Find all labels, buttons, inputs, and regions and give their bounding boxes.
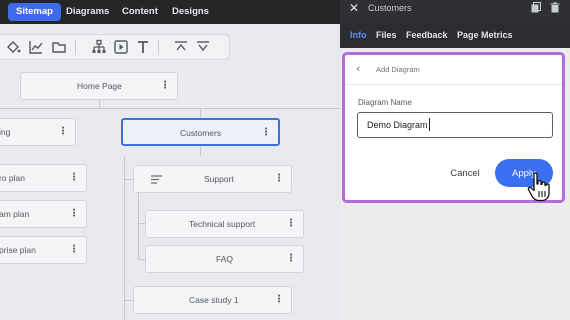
diagram-name-input[interactable]: [357, 112, 553, 138]
back-chevron-icon[interactable]: ‹: [356, 62, 360, 76]
tab-sitemap[interactable]: Sitemap: [8, 3, 61, 21]
hand-cursor-icon: [527, 172, 550, 202]
canvas-toolbar: [0, 34, 230, 60]
card-label: ro plan: [0, 173, 25, 183]
tab-diagrams[interactable]: Diagrams: [58, 3, 117, 21]
copy-icon[interactable]: [531, 2, 541, 13]
toolbar-divider: [75, 40, 76, 55]
play-box-icon[interactable]: [113, 39, 129, 55]
connector-line: [200, 108, 201, 118]
panel-tabs: Info Files Feedback Page Metrics: [340, 24, 570, 48]
page-card[interactable]: ro plan ⋮: [0, 164, 87, 192]
card-label: FAQ: [216, 254, 234, 264]
more-options-icon[interactable]: ⋮: [274, 166, 284, 192]
tab-info[interactable]: Info: [350, 29, 367, 41]
card-label: Customers: [180, 128, 222, 138]
sitemap-icon[interactable]: [91, 39, 107, 55]
connector-line: [124, 156, 125, 320]
folder-icon[interactable]: [51, 39, 67, 55]
diagram-name-label: Diagram Name: [358, 98, 412, 107]
text-caret: [429, 118, 430, 131]
tab-feedback[interactable]: Feedback: [406, 29, 448, 41]
connector-line: [200, 146, 201, 156]
list-icon: [151, 175, 162, 184]
page-card-technical-support[interactable]: Technical support ⋮: [145, 210, 304, 238]
more-options-icon[interactable]: ⋮: [69, 165, 79, 191]
page-card-home[interactable]: Home Page ⋮: [20, 72, 178, 100]
more-options-icon[interactable]: ⋮: [69, 201, 79, 227]
page-card-customers[interactable]: Customers ⋮: [121, 118, 280, 146]
panel-header: ✕ Customers: [340, 0, 570, 24]
card-label: Technical support: [189, 219, 256, 229]
chart-icon[interactable]: [28, 39, 44, 55]
top-nav-bar: Sitemap Diagrams Content Designs: [0, 0, 340, 24]
text-icon[interactable]: [135, 39, 151, 55]
page-card[interactable]: ing ⋮: [0, 118, 76, 146]
card-label: prise plan: [0, 245, 36, 255]
more-options-icon[interactable]: ⋮: [286, 211, 296, 237]
page-card[interactable]: prise plan ⋮: [0, 236, 87, 264]
card-label: am plan: [0, 209, 30, 219]
card-label: Support: [204, 174, 234, 184]
tab-page-metrics[interactable]: Page Metrics: [457, 29, 513, 41]
expand-down-icon[interactable]: [195, 39, 211, 55]
trash-icon[interactable]: [550, 2, 560, 13]
connector-line: [138, 192, 139, 260]
toolbar-divider: [158, 40, 159, 55]
tab-files[interactable]: Files: [376, 29, 397, 41]
page-card-faq[interactable]: FAQ ⋮: [145, 245, 304, 273]
fill-bucket-icon[interactable]: [5, 39, 21, 55]
sitemap-canvas[interactable]: Home Page ⋮ ing ⋮ Customers ⋮ ro plan ⋮ …: [0, 24, 340, 320]
connector-line: [99, 100, 100, 108]
dialog-header: ‹ Add Diagram: [345, 55, 562, 85]
page-card[interactable]: am plan ⋮: [0, 200, 87, 228]
collapse-up-icon[interactable]: [173, 39, 189, 55]
close-icon[interactable]: ✕: [349, 0, 359, 16]
tab-content[interactable]: Content: [114, 3, 166, 21]
dialog-title: Add Diagram: [376, 65, 420, 74]
more-options-icon[interactable]: ⋮: [58, 119, 68, 145]
page-card-case-study[interactable]: Case study 1 ⋮: [133, 286, 292, 314]
tab-designs[interactable]: Designs: [164, 3, 217, 21]
more-options-icon[interactable]: ⋮: [286, 246, 296, 272]
more-options-icon[interactable]: ⋮: [69, 237, 79, 263]
more-options-icon[interactable]: ⋮: [160, 73, 170, 99]
card-label: Case study 1: [189, 295, 239, 305]
connector-line: [0, 108, 340, 109]
page-card-support[interactable]: Support ⋮: [133, 165, 292, 193]
more-options-icon[interactable]: ⋮: [274, 287, 284, 313]
more-options-icon[interactable]: ⋮: [261, 120, 271, 146]
cancel-button[interactable]: Cancel: [443, 160, 487, 186]
card-label: Home Page: [77, 81, 122, 91]
card-label: ing: [0, 127, 11, 137]
panel-title: Customers: [368, 3, 412, 13]
